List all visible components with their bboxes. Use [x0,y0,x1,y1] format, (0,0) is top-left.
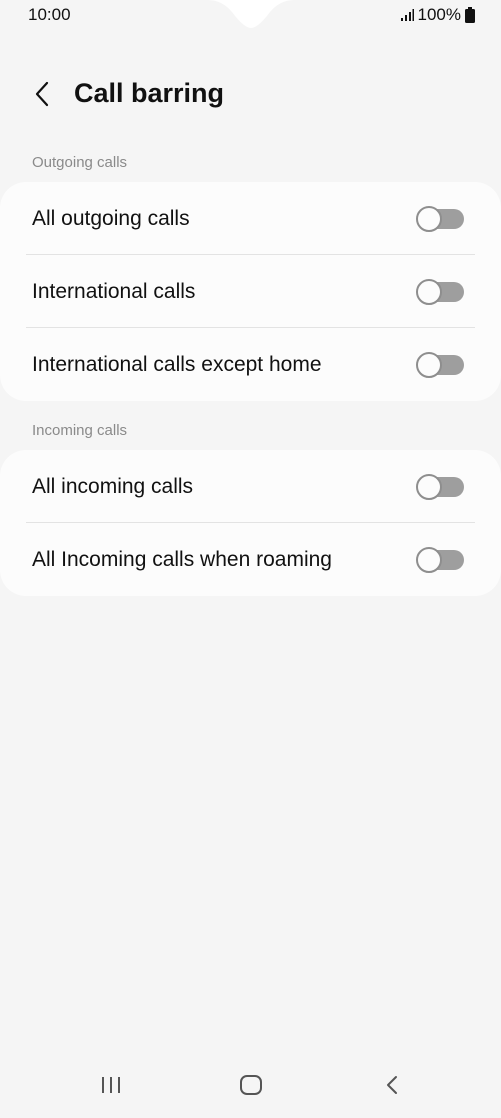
setting-label: International calls [32,279,196,303]
toggle-all-outgoing[interactable] [416,205,465,232]
setting-row-international[interactable]: International calls [0,255,501,328]
camera-notch [208,0,294,28]
toggle-international-except-home[interactable] [416,351,465,378]
screen: 10:00 100% Call barring Outgoing calls A… [0,0,501,1118]
setting-label: All Incoming calls when roaming [32,547,332,571]
setting-row-all-outgoing[interactable]: All outgoing calls [0,182,501,255]
toggle-thumb [416,473,442,500]
outgoing-calls-card: All outgoing calls International calls I… [0,182,501,401]
setting-label: All incoming calls [32,474,194,498]
status-time: 10:00 [28,5,71,24]
setting-row-incoming-roaming[interactable]: All Incoming calls when roaming [0,523,501,596]
recents-button[interactable] [91,1070,131,1100]
battery-percent: 100% [417,5,461,24]
setting-row-international-except-home[interactable]: International calls except home [0,328,501,401]
setting-label: International calls except home [32,352,322,376]
toggle-incoming-roaming[interactable] [416,546,465,573]
toggle-thumb [416,278,442,305]
status-indicators: 100% [400,5,475,25]
section-header-outgoing: Outgoing calls [32,154,128,171]
section-header-incoming: Incoming calls [32,422,128,439]
signal-icon [400,9,414,21]
status-bar: 10:00 100% [0,0,501,30]
back-button[interactable] [24,76,60,112]
page-title: Call barring [74,78,225,108]
back-icon [387,1076,397,1094]
setting-row-all-incoming[interactable]: All incoming calls [0,450,501,523]
toggle-international[interactable] [416,278,465,305]
toggle-thumb [416,205,442,232]
battery-icon [465,7,475,23]
chevron-left-icon [35,81,49,107]
navigation-bar [0,1060,501,1110]
recents-icon [102,1077,120,1093]
incoming-calls-card: All incoming calls All Incoming calls wh… [0,450,501,596]
toggle-thumb [416,546,442,573]
back-nav-button[interactable] [372,1070,412,1100]
setting-label: All outgoing calls [32,206,190,230]
app-bar: Call barring [0,72,501,116]
toggle-thumb [416,351,442,378]
toggle-all-incoming[interactable] [416,473,465,500]
home-button[interactable] [231,1070,271,1100]
home-icon [240,1075,262,1095]
